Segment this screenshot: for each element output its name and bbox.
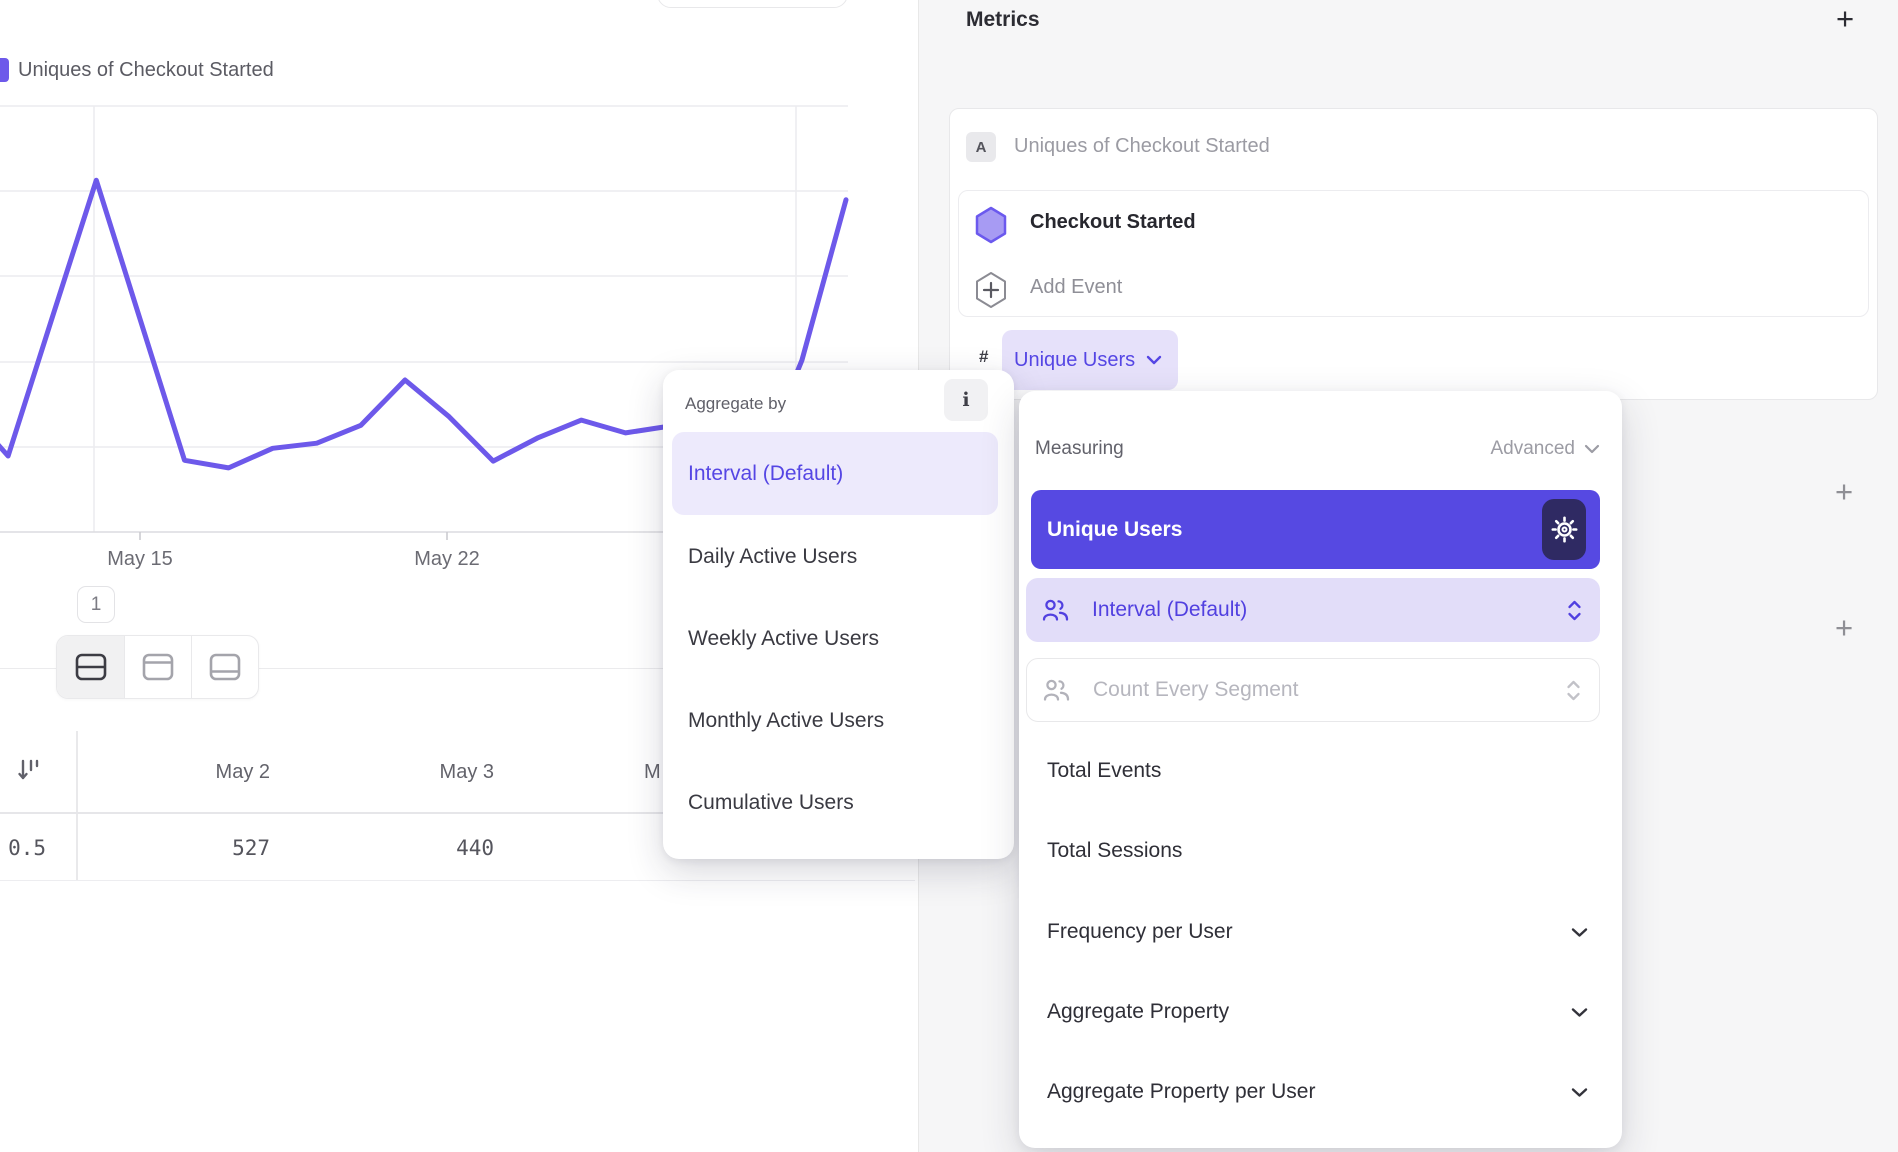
menu-item-label: Interval (Default): [688, 462, 843, 486]
option-frequency-per-user[interactable]: Frequency per User: [1047, 918, 1588, 946]
layout-table-only-button[interactable]: [191, 636, 258, 698]
menu-item-cumulative-users[interactable]: Cumulative Users: [688, 790, 854, 816]
aggregate-by-title: Aggregate by: [685, 394, 786, 414]
chip-label: Unique Users: [1014, 349, 1135, 372]
chevron-down-icon: [1584, 444, 1600, 454]
metric-name[interactable]: Uniques of Checkout Started: [1014, 135, 1270, 158]
advanced-label: Advanced: [1490, 438, 1575, 460]
menu-item-daily-active-users[interactable]: Daily Active Users: [688, 544, 857, 570]
insights-report-view: Uniques of Checkout Started May 15 May 2…: [0, 0, 1898, 1152]
event-hexagon-icon: [974, 206, 1008, 244]
measuring-panel: Measuring Advanced Unique Users: [1019, 391, 1622, 1148]
chevron-down-icon: [1146, 355, 1162, 365]
option-label: Aggregate Property: [1047, 1000, 1229, 1024]
option-unique-users-selected[interactable]: Unique Users: [1031, 490, 1600, 569]
info-icon[interactable]: i: [944, 379, 988, 421]
top-panel-icon: [141, 652, 175, 682]
menu-item-monthly-active-users[interactable]: Monthly Active Users: [688, 708, 884, 734]
table-header-cell[interactable]: May 2: [76, 752, 300, 792]
sort-descending-icon[interactable]: [16, 757, 44, 785]
chart-legend[interactable]: Uniques of Checkout Started: [0, 58, 274, 82]
option-interval-default[interactable]: Interval (Default): [1026, 578, 1600, 642]
menu-item-weekly-active-users[interactable]: Weekly Active Users: [688, 626, 879, 652]
option-total-events[interactable]: Total Events: [1047, 757, 1588, 785]
add-metric-icon[interactable]: +: [1836, 4, 1854, 34]
advanced-toggle[interactable]: Advanced: [1490, 438, 1600, 460]
chevron-up-down-icon: [1567, 600, 1582, 621]
option-label: Total Sessions: [1047, 839, 1182, 863]
add-breakdown-icon[interactable]: +: [1835, 613, 1853, 643]
unique-users-chip[interactable]: Unique Users: [1002, 330, 1178, 390]
split-horizontal-icon: [74, 652, 108, 682]
table-row-label: 0.5: [0, 828, 76, 868]
option-aggregate-property[interactable]: Aggregate Property: [1047, 998, 1588, 1026]
layout-toggle-group: [56, 635, 259, 699]
toolbar-pill-partial[interactable]: [657, 0, 848, 8]
page-number-badge[interactable]: 1: [77, 586, 115, 623]
chart-axis-ticks: [140, 532, 447, 540]
legend-swatch: [0, 58, 9, 82]
option-label: Unique Users: [1047, 518, 1182, 542]
option-count-every-segment[interactable]: Count Every Segment: [1026, 658, 1600, 722]
option-label: Frequency per User: [1047, 920, 1233, 944]
metrics-section-title: Metrics: [966, 8, 1040, 32]
option-label: Aggregate Property per User: [1047, 1080, 1315, 1104]
option-label: Count Every Segment: [1093, 678, 1566, 702]
users-icon: [1043, 679, 1070, 702]
measuring-title: Measuring: [1035, 438, 1124, 460]
option-total-sessions[interactable]: Total Sessions: [1047, 837, 1588, 865]
chevron-down-icon: [1571, 1007, 1588, 1018]
option-label: Total Events: [1047, 759, 1161, 783]
chevron-down-icon: [1571, 1087, 1588, 1098]
layout-split-button[interactable]: [57, 636, 124, 698]
settings-button[interactable]: [1542, 499, 1586, 560]
users-icon: [1042, 599, 1069, 622]
add-filter-icon[interactable]: +: [1835, 477, 1853, 507]
add-event-hexagon-icon[interactable]: [974, 271, 1008, 309]
table-row-border: [0, 880, 915, 881]
metric-letter-badge: A: [966, 132, 996, 162]
legend-label: Uniques of Checkout Started: [18, 59, 274, 82]
gear-icon: [1551, 516, 1578, 543]
aggregate-by-dropdown: Aggregate by i Interval (Default) Daily …: [663, 370, 1014, 859]
table-cell: 527: [76, 828, 300, 868]
measure-prefix: #: [979, 347, 988, 367]
event-name[interactable]: Checkout Started: [1030, 211, 1196, 234]
option-aggregate-property-per-user[interactable]: Aggregate Property per User: [1047, 1078, 1588, 1106]
bottom-panel-icon: [208, 652, 242, 682]
option-label: Interval (Default): [1092, 598, 1567, 622]
menu-item-interval-default[interactable]: Interval (Default): [672, 432, 998, 515]
table-cell: 440: [300, 828, 523, 868]
chevron-down-icon: [1571, 927, 1588, 938]
chevron-up-down-icon: [1566, 680, 1581, 701]
table-header-cell[interactable]: May 3: [300, 752, 523, 792]
add-event-label[interactable]: Add Event: [1030, 276, 1122, 299]
layout-chart-only-button[interactable]: [124, 636, 191, 698]
